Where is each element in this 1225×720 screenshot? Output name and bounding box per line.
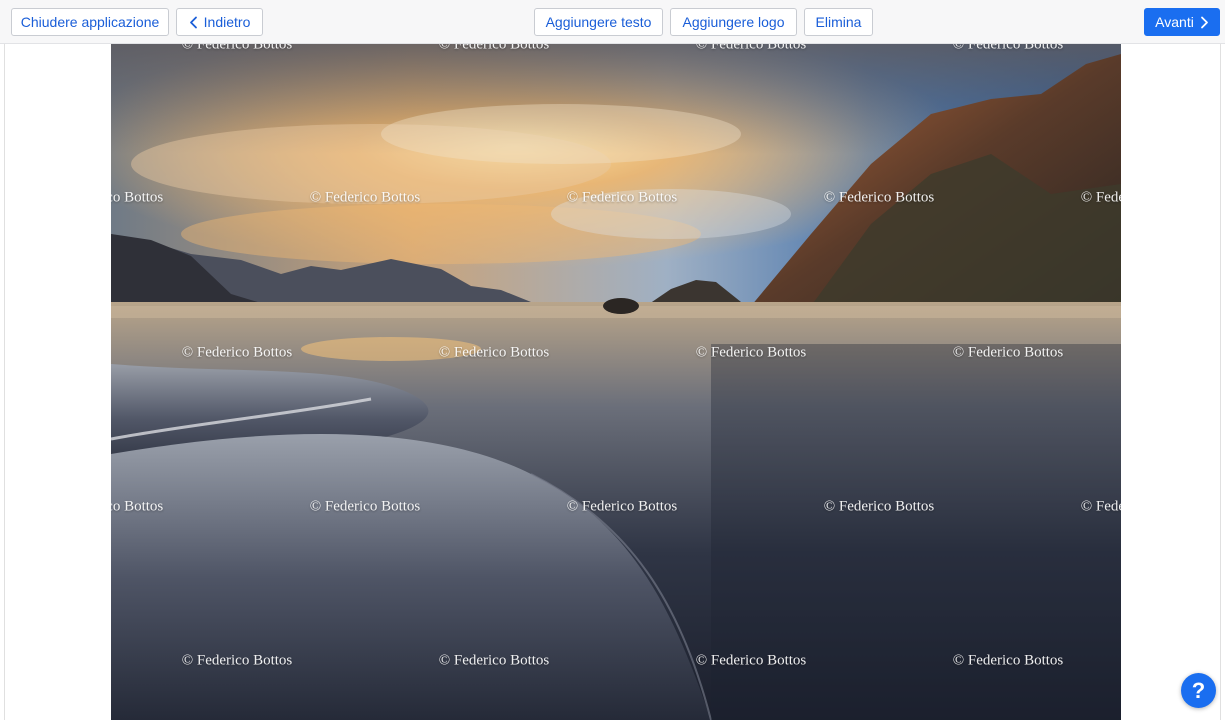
- chevron-right-icon: [1200, 16, 1209, 29]
- photo-preview[interactable]: © Federico Bottos © Federico Bottos © Fe…: [111, 44, 1121, 720]
- close-application-label: Chiudere applicazione: [20, 14, 160, 30]
- next-label: Avanti: [1155, 14, 1194, 30]
- editor-canvas: © Federico Bottos © Federico Bottos © Fe…: [4, 44, 1221, 720]
- question-mark-icon: ?: [1191, 677, 1206, 703]
- back-label: Indietro: [203, 14, 251, 30]
- add-logo-label: Aggiungere logo: [682, 14, 785, 30]
- toolbar: Chiudere applicazione Indietro Aggiunger…: [0, 0, 1225, 44]
- chevron-left-icon: [189, 16, 198, 29]
- help-button[interactable]: ?: [1181, 673, 1216, 708]
- next-button[interactable]: Avanti: [1144, 8, 1220, 36]
- landscape-photo: [111, 44, 1121, 720]
- back-button[interactable]: Indietro: [176, 8, 263, 36]
- add-text-button[interactable]: Aggiungere testo: [534, 8, 663, 36]
- add-logo-button[interactable]: Aggiungere logo: [670, 8, 797, 36]
- delete-button[interactable]: Elimina: [804, 8, 873, 36]
- delete-label: Elimina: [815, 14, 862, 30]
- close-application-button[interactable]: Chiudere applicazione: [11, 8, 169, 36]
- add-text-label: Aggiungere testo: [545, 14, 652, 30]
